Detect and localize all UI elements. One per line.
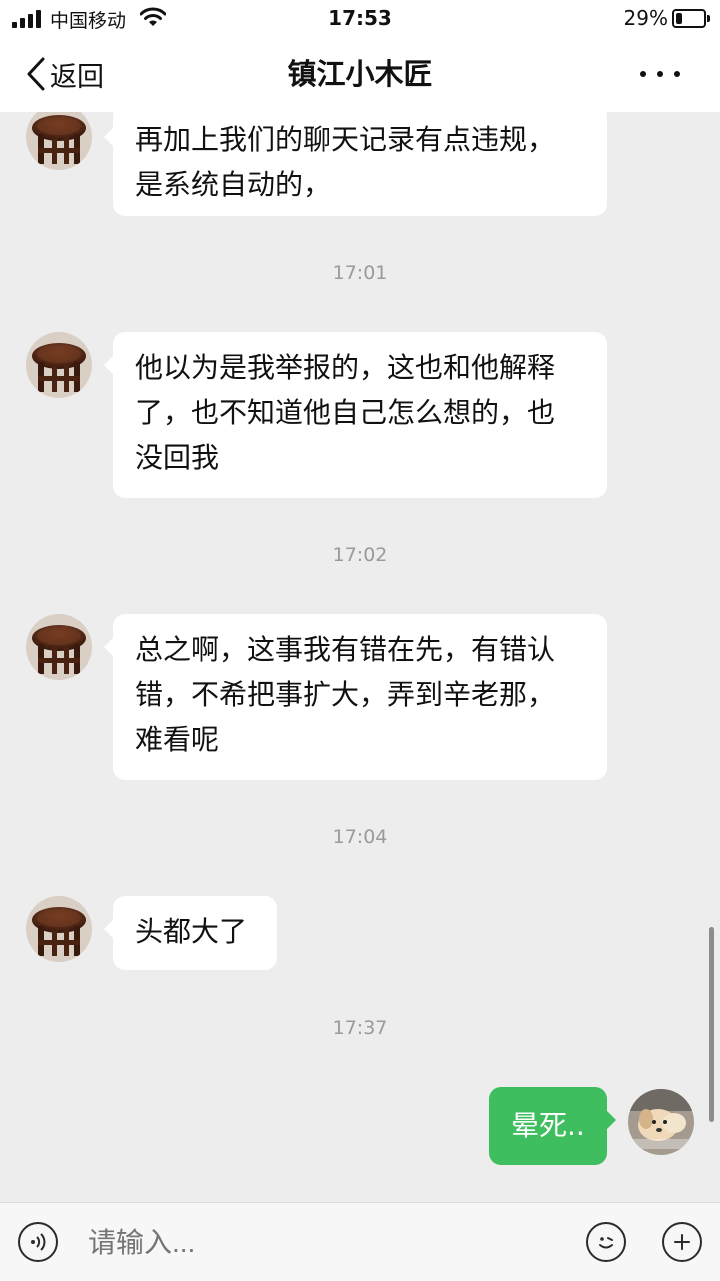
message-line: 晕死..: [511, 1109, 585, 1142]
timestamp: 17:04: [332, 826, 388, 848]
my-avatar[interactable]: [628, 1089, 694, 1155]
more-dots-icon[interactable]: [640, 62, 680, 86]
timestamp: 17:02: [332, 544, 388, 566]
message-line: 没回我: [135, 441, 220, 474]
message-input[interactable]: [86, 1219, 560, 1267]
incoming-message[interactable]: 再加上我们的聊天记录有点违规， 是系统自动的，: [104, 112, 607, 216]
contact-avatar[interactable]: [26, 332, 92, 398]
emoji-icon[interactable]: [586, 1222, 626, 1262]
battery-icon: [672, 9, 710, 28]
voice-icon[interactable]: [18, 1222, 58, 1262]
message-line: 再加上我们的聊天记录有点违规，: [135, 123, 556, 156]
incoming-message[interactable]: 总之啊，这事我有错在先，有错认 错，不希把事扩大，弄到辛老那， 难看呢: [104, 614, 607, 780]
battery-percent: 29%: [623, 6, 668, 30]
contact-avatar[interactable]: [26, 112, 92, 170]
message-line: 了，也不知道他自己怎么想的，也: [135, 396, 556, 429]
incoming-message[interactable]: 头都大了: [104, 896, 277, 970]
incoming-message[interactable]: 他以为是我举报的，这也和他解释 了，也不知道他自己怎么想的，也 没回我: [104, 332, 607, 498]
message-line: 是系统自动的，: [135, 168, 332, 201]
contact-avatar[interactable]: [26, 896, 92, 962]
battery-level: [676, 13, 682, 24]
input-bar: [0, 1202, 720, 1281]
message-line: 他以为是我举报的，这也和他解释: [135, 351, 556, 384]
nav-bar: 返回 镇江小木匠: [0, 36, 720, 112]
message-line: 头都大了: [135, 915, 248, 948]
contact-avatar[interactable]: [26, 614, 92, 680]
chat-area[interactable]: 再加上我们的聊天记录有点违规， 是系统自动的， 17:01 他以为是我举报的，这也和他…: [0, 112, 720, 1202]
outgoing-message[interactable]: 晕死..: [489, 1087, 616, 1165]
chat-title: 镇江小木匠: [287, 57, 433, 91]
timestamp: 17:01: [332, 262, 388, 284]
status-time: 17:53: [328, 6, 392, 30]
message-line: 总之啊，这事我有错在先，有错认: [135, 633, 556, 666]
status-bar: 中国移动 17:53 29%: [0, 0, 720, 36]
timestamp: 17:37: [332, 1017, 388, 1039]
message-line: 错，不希把事扩大，弄到辛老那，: [135, 678, 556, 711]
plus-icon[interactable]: [662, 1222, 702, 1262]
message-line: 难看呢: [135, 723, 220, 756]
